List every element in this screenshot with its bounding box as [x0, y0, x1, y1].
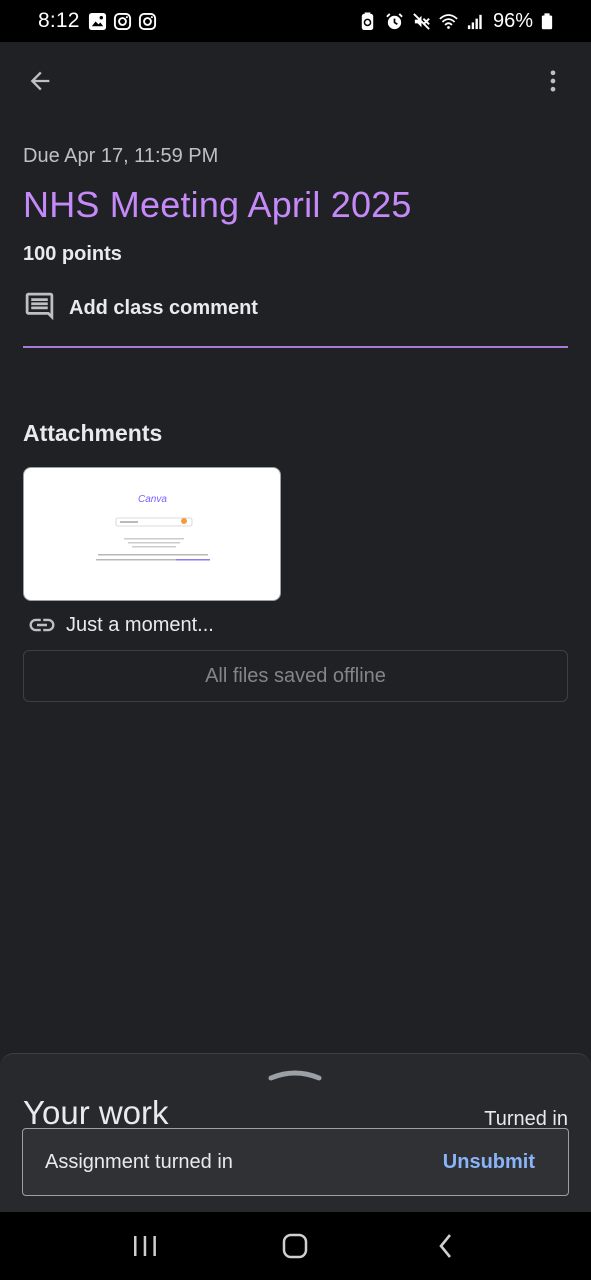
screen: 8:12 96% Due Apr 17, 11:59 PM NHS Meetin… [0, 0, 591, 1280]
points: 100 points [23, 243, 122, 265]
your-work-label: Your work [23, 1094, 169, 1131]
status-bar: 8:12 96% [0, 0, 591, 42]
snackbar: Assignment turned in Unsubmit [22, 1128, 569, 1196]
battery-icon [541, 12, 553, 29]
home-icon [283, 1233, 308, 1259]
all-files-saved-offline-button: All files saved offline [23, 650, 568, 702]
unsubmit-button[interactable]: Unsubmit [443, 1151, 535, 1174]
attachment-thumbnail[interactable]: Canva [23, 467, 281, 601]
gallery-icon [88, 12, 106, 30]
wifi-icon [439, 13, 458, 29]
attachment-preview: Canva [96, 494, 210, 561]
recent-apps-button[interactable] [115, 1221, 175, 1271]
recent-apps-icon [134, 1236, 157, 1256]
add-class-comment-button[interactable]: Add class comment [23, 290, 568, 348]
alarm-icon [386, 12, 403, 29]
status-right: 96% [358, 10, 553, 33]
system-nav-bar [0, 1212, 591, 1280]
more-options-button[interactable] [533, 61, 573, 101]
due-date: Due Apr 17, 11:59 PM [23, 145, 219, 167]
attachments-heading: Attachments [23, 420, 163, 446]
notification-icons [88, 12, 157, 31]
snackbar-message: Assignment turned in [45, 1150, 233, 1173]
battery-percent: 96% [492, 9, 533, 32]
back-nav-button[interactable] [416, 1221, 476, 1271]
status-time: 8:12 [38, 9, 80, 32]
back-button[interactable] [20, 61, 60, 101]
attachment-link[interactable]: Just a moment... [27, 610, 214, 640]
status-left: 8:12 [38, 9, 157, 33]
more-vert-icon [550, 70, 556, 92]
signal-icon [467, 14, 482, 29]
app-bar [0, 42, 591, 120]
battery-saver-icon [361, 11, 374, 30]
link-icon [29, 618, 55, 632]
comment-icon [25, 292, 54, 321]
home-button[interactable] [265, 1221, 325, 1271]
instagram-icon [113, 12, 131, 30]
arrow-back-icon [30, 71, 50, 91]
instagram-icon [138, 12, 156, 30]
assignment-title: NHS Meeting April 2025 [23, 184, 412, 225]
expand-handle-icon[interactable] [268, 1066, 322, 1082]
add-class-comment-label: Add class comment [69, 297, 258, 319]
attachment-link-text: Just a moment... [66, 613, 214, 636]
mute-icon [413, 12, 430, 30]
canva-logo: Canva [138, 494, 167, 505]
chevron-left-icon [439, 1234, 451, 1258]
